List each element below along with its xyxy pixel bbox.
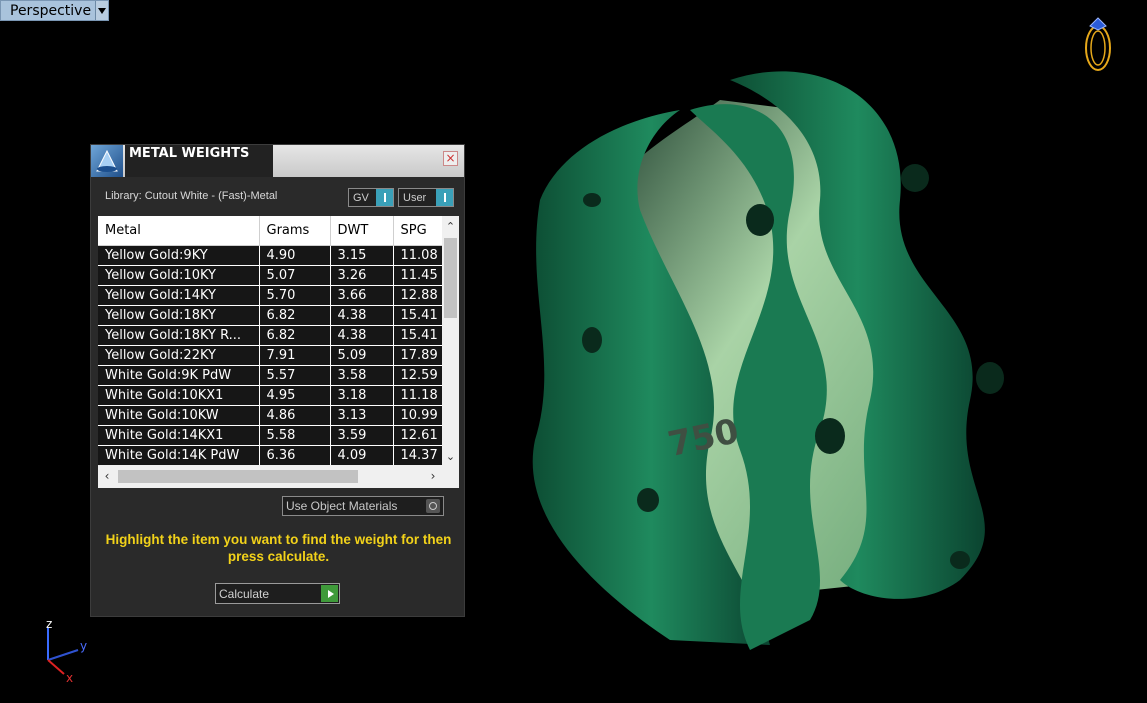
calculate-button[interactable]: Calculate	[215, 583, 340, 604]
cell-metal: White Gold:10KX1	[98, 385, 260, 406]
cell-metal: White Gold:14KX1	[98, 425, 260, 446]
panel-title: METAL WEIGHTS	[129, 146, 250, 161]
axis-z-label: z	[46, 617, 52, 631]
play-icon[interactable]	[321, 585, 338, 602]
cell-spg: 12.88	[393, 285, 443, 306]
user-selector-icon[interactable]	[436, 189, 453, 206]
cell-grams: 6.36	[259, 445, 331, 466]
table-vertical-scrollbar[interactable]: ⌃ ⌄	[442, 216, 459, 465]
cell-dwt: 4.38	[330, 325, 394, 346]
user-selector-value: User	[403, 191, 427, 204]
table-row[interactable]: White Gold:10KX1 4.95 3.18 11.18	[98, 385, 443, 406]
cell-dwt: 3.15	[330, 245, 394, 266]
viewport-label-text: Perspective	[10, 2, 92, 19]
app-logo-icon	[91, 145, 123, 177]
cell-dwt: 3.18	[330, 385, 394, 406]
table-row[interactable]: White Gold:9K PdW 5.57 3.58 12.59	[98, 365, 443, 386]
cell-spg: 15.41	[393, 325, 443, 346]
cell-dwt: 3.59	[330, 425, 394, 446]
cell-dwt: 4.38	[330, 305, 394, 326]
column-header-dwt[interactable]: DWT	[330, 216, 394, 246]
column-header-grams[interactable]: Grams	[259, 216, 331, 246]
axis-gizmo: z y x	[46, 617, 87, 685]
scroll-right-icon[interactable]: ›	[424, 465, 442, 488]
cell-grams: 5.58	[259, 425, 331, 446]
panel-titlebar[interactable]: METAL WEIGHTS ×	[91, 145, 464, 177]
cell-metal: White Gold:9K PdW	[98, 365, 260, 386]
cell-spg: 11.18	[393, 385, 443, 406]
cell-metal: Yellow Gold:22KY	[98, 345, 260, 366]
table-row[interactable]: White Gold:14KX1 5.58 3.59 12.61	[98, 425, 443, 446]
metal-table[interactable]: Metal Grams DWT SPG Yellow Gold:9KY 4.90 3…	[98, 216, 459, 488]
cell-grams: 7.91	[259, 345, 331, 366]
use-object-materials-label: Use Object Materials	[286, 499, 398, 513]
column-header-spg[interactable]: SPG	[393, 216, 443, 246]
cell-dwt: 3.26	[330, 265, 394, 286]
viewport-label[interactable]: Perspective	[0, 0, 109, 21]
table-row[interactable]: Yellow Gold:18KY R... 6.82 4.38 15.41	[98, 325, 443, 346]
cell-spg: 17.89	[393, 345, 443, 366]
scroll-thumb[interactable]	[444, 238, 457, 318]
scrollbar-corner	[442, 465, 459, 488]
viewport-dropdown-icon[interactable]	[95, 1, 108, 20]
ring-model[interactable]: 750	[520, 60, 1040, 660]
cell-spg: 12.59	[393, 365, 443, 386]
cell-spg: 11.08	[393, 245, 443, 266]
axis-x-label: x	[66, 671, 73, 685]
gv-selector-value: GV	[353, 191, 369, 204]
cell-dwt: 3.13	[330, 405, 394, 426]
table-row[interactable]: Yellow Gold:9KY 4.90 3.15 11.08	[98, 245, 443, 266]
scroll-left-icon[interactable]: ‹	[98, 465, 116, 488]
radio-icon[interactable]	[426, 499, 440, 513]
cell-grams: 4.86	[259, 405, 331, 426]
instruction-text: Highlight the item you want to find the …	[105, 532, 452, 564]
close-icon[interactable]: ×	[443, 151, 458, 166]
scroll-down-icon[interactable]: ⌄	[442, 448, 459, 465]
cell-metal: White Gold:14K PdW	[98, 445, 260, 466]
table-row[interactable]: Yellow Gold:18KY 6.82 4.38 15.41	[98, 305, 443, 326]
user-selector[interactable]: User	[398, 188, 454, 207]
gv-selector[interactable]: GV	[348, 188, 394, 207]
metal-weights-panel: METAL WEIGHTS × Library: Cutout White - …	[90, 144, 465, 617]
cell-metal: Yellow Gold:18KY R...	[98, 325, 260, 346]
axis-y-label: y	[80, 639, 87, 653]
table-header-row: Metal Grams DWT SPG	[98, 216, 443, 246]
cell-spg: 10.99	[393, 405, 443, 426]
cell-spg: 15.41	[393, 305, 443, 326]
cell-metal: Yellow Gold:14KY	[98, 285, 260, 306]
cell-grams: 5.07	[259, 265, 331, 286]
use-object-materials-toggle[interactable]: Use Object Materials	[282, 496, 444, 516]
table-row[interactable]: White Gold:10KW 4.86 3.13 10.99	[98, 405, 443, 426]
library-label: Library: Cutout White - (Fast)-Metal	[105, 190, 278, 202]
horizontal-scroll-thumb[interactable]	[118, 470, 358, 483]
table-row[interactable]: Yellow Gold:14KY 5.70 3.66 12.88	[98, 285, 443, 306]
cell-dwt: 3.66	[330, 285, 394, 306]
cell-metal: Yellow Gold:18KY	[98, 305, 260, 326]
cell-spg: 14.37	[393, 445, 443, 466]
calculate-label: Calculate	[219, 586, 270, 601]
cell-dwt: 5.09	[330, 345, 394, 366]
cell-spg: 12.61	[393, 425, 443, 446]
cell-metal: Yellow Gold:10KY	[98, 265, 260, 286]
column-header-metal[interactable]: Metal	[98, 216, 260, 246]
cell-metal: Yellow Gold:9KY	[98, 245, 260, 266]
gv-selector-icon[interactable]	[376, 189, 393, 206]
ring-widget-icon[interactable]	[1078, 14, 1118, 74]
cell-grams: 5.57	[259, 365, 331, 386]
cell-dwt: 3.58	[330, 365, 394, 386]
table-row[interactable]: Yellow Gold:22KY 7.91 5.09 17.89	[98, 345, 443, 366]
cell-dwt: 4.09	[330, 445, 394, 466]
table-row[interactable]: White Gold:14K PdW 6.36 4.09 14.37	[98, 445, 443, 466]
cell-grams: 4.90	[259, 245, 331, 266]
cell-spg: 11.45	[393, 265, 443, 286]
table-row[interactable]: Yellow Gold:10KY 5.07 3.26 11.45	[98, 265, 443, 286]
cell-metal: White Gold:10KW	[98, 405, 260, 426]
cell-grams: 4.95	[259, 385, 331, 406]
cell-grams: 6.82	[259, 305, 331, 326]
cell-grams: 5.70	[259, 285, 331, 306]
scroll-up-icon[interactable]: ⌃	[442, 218, 459, 235]
cell-grams: 6.82	[259, 325, 331, 346]
table-horizontal-scrollbar[interactable]: ‹ ›	[98, 465, 442, 488]
